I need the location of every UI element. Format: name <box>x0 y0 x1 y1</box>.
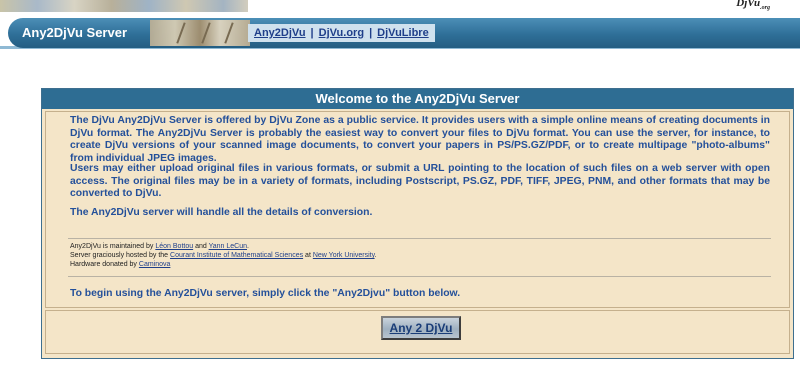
nav-separator: | <box>310 27 314 39</box>
instruction-text: To begin using the Any2DjVu server, simp… <box>70 288 461 299</box>
nav-link-any2djvu[interactable]: Any2DjVu <box>254 27 306 39</box>
welcome-panel: Welcome to the Any2DjVu Server The DjVu … <box>41 88 794 359</box>
nav-link-djvu-org[interactable]: DjVu.org <box>319 27 364 39</box>
intro-paragraph: The DjVu Any2DjVu Server is offered by D… <box>70 115 770 164</box>
any2djvu-button[interactable]: Any 2 DjVu <box>381 316 461 340</box>
upload-paragraph: Users may either upload original files i… <box>70 163 770 200</box>
site-title: Any2DjVu Server <box>22 25 128 40</box>
link-caminova[interactable]: Caminova <box>139 261 171 268</box>
credits-hardware: Hardware donated by Caminova <box>70 261 171 268</box>
djvu-logo: DjVu.org <box>736 0 770 12</box>
panel-body: The DjVu Any2DjVu Server is offered by D… <box>45 111 790 308</box>
credits: Any2DjVu is maintained by Léon Bottou an… <box>70 242 670 269</box>
nav-separator: | <box>369 27 373 39</box>
banner-mosaic-image <box>0 0 248 12</box>
nav-links: Any2DjVu | DjVu.org | DjVuLibre <box>248 24 435 42</box>
link-leon-bottou[interactable]: Léon Bottou <box>155 243 193 250</box>
nav-link-djvulibre[interactable]: DjVuLibre <box>377 27 429 39</box>
credits-host: Server graciously hosted by the Courant … <box>70 252 377 259</box>
top-banner-strip: DjVu.org <box>0 0 800 12</box>
nav-bar: Any2DjVu Server Any2DjVu | DjVu.org | Dj… <box>0 18 800 49</box>
nav-banner-image <box>150 20 250 46</box>
link-yann-lecun[interactable]: Yann LeCun <box>209 243 247 250</box>
divider <box>68 276 771 277</box>
panel-footer: Any 2 DjVu <box>45 310 790 354</box>
panel-title: Welcome to the Any2DjVu Server <box>42 89 793 109</box>
conversion-paragraph: The Any2DjVu server will handle all the … <box>70 207 373 218</box>
divider <box>68 238 771 239</box>
link-nyu[interactable]: New York University <box>313 252 375 259</box>
link-courant-institute[interactable]: Courant Institute of Mathematical Scienc… <box>170 252 303 259</box>
credits-maintainers: Any2DjVu is maintained by Léon Bottou an… <box>70 243 249 250</box>
